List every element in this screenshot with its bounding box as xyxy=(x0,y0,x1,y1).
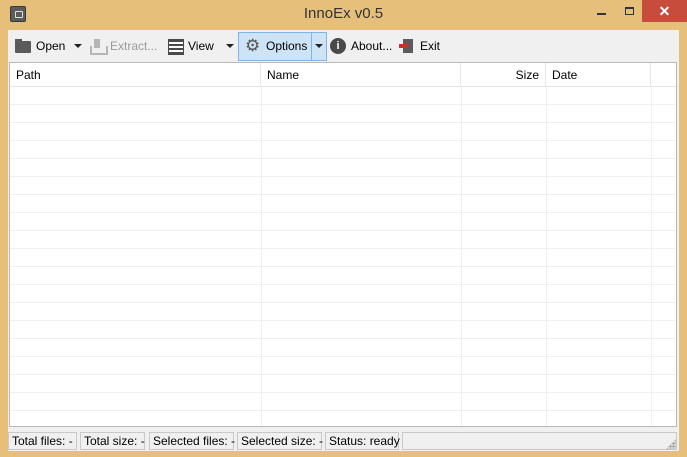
open-button[interactable]: Open xyxy=(15,32,65,60)
status-selected-size: Selected size: - xyxy=(237,432,323,450)
window-title: InnoEx v0.5 xyxy=(303,5,384,22)
open-dropdown-arrow[interactable] xyxy=(71,32,85,60)
column-header-path[interactable]: Path xyxy=(10,63,261,87)
extract-button[interactable]: Extract... xyxy=(89,32,157,60)
empty-list-row xyxy=(10,87,676,105)
empty-list-row xyxy=(10,141,676,159)
maximize-button[interactable] xyxy=(615,0,644,22)
empty-list-row xyxy=(10,177,676,195)
options-dropdown-arrow[interactable] xyxy=(312,32,326,60)
empty-list-row xyxy=(10,159,676,177)
status-selected-files: Selected files: - xyxy=(149,432,235,450)
exit-icon xyxy=(399,38,415,54)
status-total-size: Total size: - xyxy=(80,432,145,450)
extract-icon xyxy=(89,38,108,55)
column-header-size[interactable]: Size xyxy=(461,63,546,87)
empty-list-row xyxy=(10,195,676,213)
chevron-down-icon xyxy=(226,44,234,48)
about-button[interactable]: i About... xyxy=(330,32,392,60)
title-bar[interactable]: InnoEx v0.5 ✕ xyxy=(0,0,687,30)
app-window: InnoEx v0.5 ✕ Open Extract... View ⚙ Opt… xyxy=(0,0,687,457)
extract-label: Extract... xyxy=(110,39,158,53)
empty-list-row xyxy=(10,321,676,339)
info-icon: i xyxy=(330,38,346,54)
empty-list-row xyxy=(10,411,676,426)
list-rows xyxy=(10,87,676,426)
status-bar: Total files: - Total size: - Selected fi… xyxy=(8,430,679,451)
empty-list-row xyxy=(10,285,676,303)
column-header-name[interactable]: Name xyxy=(261,63,461,87)
open-label: Open xyxy=(36,39,66,53)
empty-list-row xyxy=(10,213,676,231)
view-label: View xyxy=(188,39,214,53)
empty-list-row xyxy=(10,267,676,285)
about-label: About... xyxy=(351,39,393,53)
list-header: Path Name Size Date xyxy=(10,63,676,87)
status-state: Status: ready xyxy=(325,432,400,450)
empty-list-row xyxy=(10,105,676,123)
options-button[interactable]: Options xyxy=(245,32,307,60)
minimize-icon xyxy=(597,13,606,15)
status-empty-panel xyxy=(402,432,677,450)
empty-list-row xyxy=(10,231,676,249)
options-label: Options xyxy=(266,39,308,53)
empty-list-row xyxy=(10,375,676,393)
empty-list-row xyxy=(10,357,676,375)
empty-list-row xyxy=(10,393,676,411)
exit-button[interactable]: Exit xyxy=(399,32,440,60)
file-list[interactable]: Path Name Size Date xyxy=(9,62,677,427)
toolbar: Open Extract... View Options i About.. xyxy=(8,30,679,62)
maximize-icon xyxy=(625,7,634,15)
empty-list-row xyxy=(10,339,676,357)
view-button[interactable]: View xyxy=(167,32,214,60)
empty-list-row xyxy=(10,249,676,267)
close-button[interactable]: ✕ xyxy=(642,0,687,22)
empty-list-row xyxy=(10,123,676,141)
gear-icon xyxy=(245,36,261,56)
close-icon: ✕ xyxy=(658,3,671,19)
view-dropdown-arrow[interactable] xyxy=(223,32,237,60)
client-area: Open Extract... View Options i About.. xyxy=(8,30,679,451)
chevron-down-icon xyxy=(74,44,82,48)
empty-list-row xyxy=(10,303,676,321)
view-list-icon xyxy=(167,38,184,55)
exit-label: Exit xyxy=(420,39,441,53)
status-total-files: Total files: - xyxy=(8,432,77,450)
column-header-date[interactable]: Date xyxy=(546,63,651,87)
minimize-button[interactable] xyxy=(587,0,616,22)
chevron-down-icon xyxy=(315,44,323,48)
folder-icon xyxy=(15,38,31,54)
